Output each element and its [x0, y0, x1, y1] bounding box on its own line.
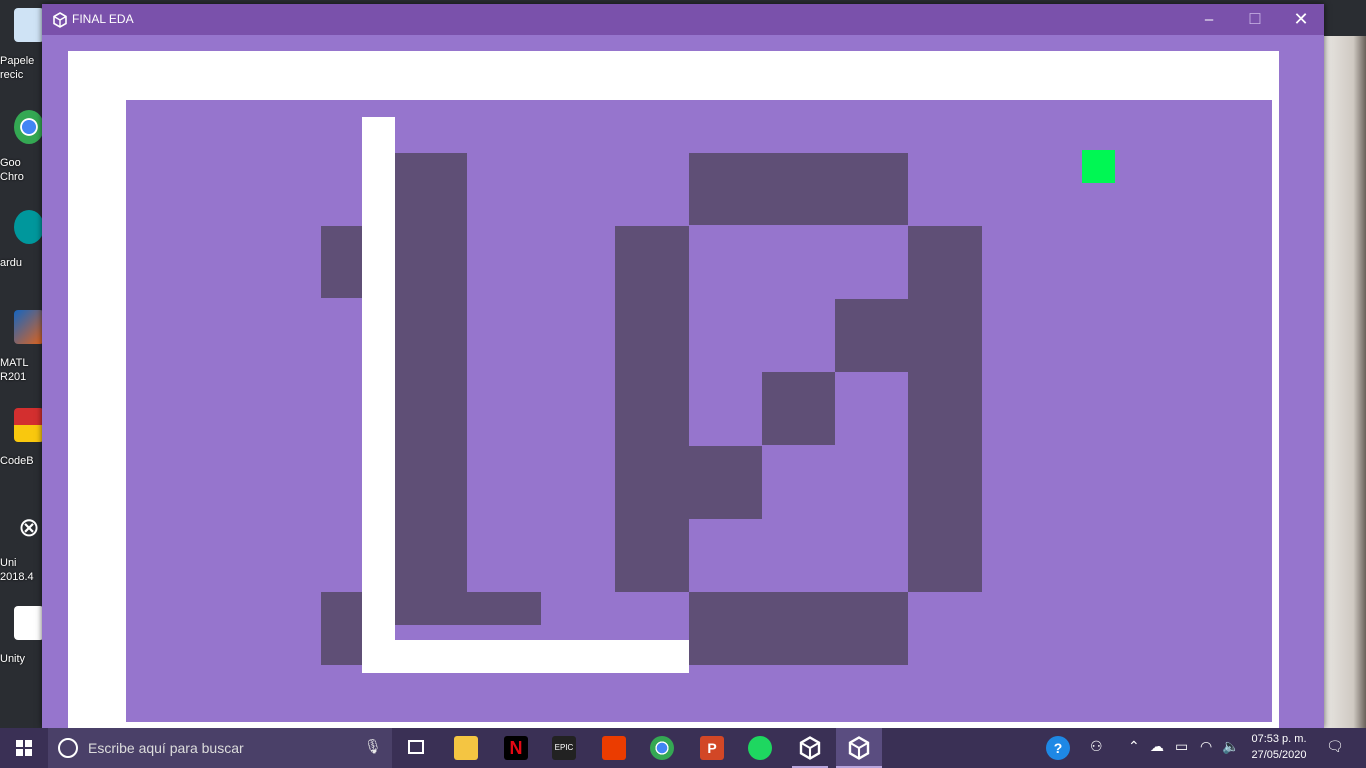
- taskbar-unity-active[interactable]: [836, 728, 882, 768]
- taskbar: Escribe aquí para buscar 🎙 N EPIC P ? ⚇ …: [0, 728, 1366, 768]
- title-bar[interactable]: FINAL EDA – ☐ ✕: [42, 4, 1324, 35]
- snake-body-horizontal: [362, 640, 689, 673]
- search-box[interactable]: Escribe aquí para buscar 🎙: [48, 728, 392, 768]
- taskbar-unity[interactable]: [790, 728, 830, 768]
- obstacle-block: [762, 372, 835, 445]
- microphone-icon[interactable]: 🎙: [364, 738, 382, 755]
- chrome-icon: [650, 736, 674, 760]
- arduino-icon: [14, 210, 44, 244]
- codeblocks-shortcut[interactable]: CodeB: [0, 408, 44, 488]
- spotify-icon: [748, 736, 772, 760]
- powerpoint-icon: P: [700, 736, 724, 760]
- close-button[interactable]: ✕: [1278, 4, 1324, 35]
- obstacle-block: [689, 446, 762, 519]
- cortana-icon: [58, 738, 78, 758]
- matlab-icon: [14, 310, 44, 344]
- notifications-icon[interactable]: 🗨: [1326, 738, 1344, 755]
- unity-icon: [799, 736, 821, 760]
- obstacle-block: [395, 153, 467, 625]
- windows-logo-icon: [16, 740, 32, 756]
- task-view-icon: [408, 740, 424, 754]
- unity-hub-label: Uni 2018.4: [0, 557, 34, 583]
- chrome-icon: [14, 110, 44, 144]
- taskbar-file-explorer[interactable]: [446, 728, 486, 768]
- taskbar-office[interactable]: [594, 728, 634, 768]
- taskbar-powerpoint[interactable]: P: [692, 728, 732, 768]
- chrome-label: Goo Chro: [0, 157, 24, 183]
- snake-body-vertical: [362, 117, 395, 673]
- recycle-bin-shortcut[interactable]: Papele recic: [0, 8, 44, 88]
- clock-time: 07:53 p. m.: [1251, 733, 1307, 745]
- taskbar-chrome[interactable]: [642, 728, 682, 768]
- obstacle-block: [689, 592, 908, 665]
- office-icon: [602, 736, 626, 760]
- unity-hub-shortcut[interactable]: ⊗ Uni 2018.4: [0, 510, 44, 590]
- codeblocks-label: CodeB: [0, 455, 34, 467]
- netflix-icon: N: [504, 736, 528, 760]
- clock-date: 27/05/2020: [1251, 749, 1307, 761]
- task-view-button[interactable]: [396, 728, 436, 768]
- taskbar-netflix[interactable]: N: [496, 728, 536, 768]
- arduino-shortcut[interactable]: ardu: [0, 210, 44, 290]
- taskbar-epic-games[interactable]: EPIC: [544, 728, 584, 768]
- people-icon[interactable]: ⚇: [1090, 738, 1103, 755]
- taskbar-spotify[interactable]: [740, 728, 780, 768]
- unity-icon: [14, 606, 44, 640]
- game-viewport[interactable]: [42, 35, 1324, 728]
- battery-icon[interactable]: ▭: [1175, 738, 1188, 755]
- obstacle-block: [615, 226, 689, 592]
- obstacle-block: [835, 299, 908, 372]
- codeblocks-icon: [14, 408, 44, 442]
- desktop-wallpaper-edge: [1324, 36, 1366, 728]
- start-button[interactable]: [0, 728, 48, 768]
- volume-icon[interactable]: 🔈: [1222, 738, 1239, 755]
- wifi-icon[interactable]: ◠: [1200, 738, 1212, 755]
- maximize-button[interactable]: ☐: [1232, 4, 1278, 35]
- recycle-bin-label: Papele recic: [0, 55, 35, 81]
- search-placeholder: Escribe aquí para buscar: [88, 740, 244, 756]
- unity-shortcut[interactable]: Unity: [0, 606, 44, 686]
- arduino-label: ardu: [0, 257, 23, 269]
- obstacle-block: [689, 153, 908, 225]
- unity-hub-icon: ⊗: [14, 510, 44, 544]
- minimize-button[interactable]: –: [1186, 4, 1232, 35]
- unity-label: Unity: [0, 653, 26, 665]
- matlab-shortcut[interactable]: MATL R201: [0, 310, 44, 390]
- game-window: FINAL EDA – ☐ ✕: [42, 4, 1324, 728]
- matlab-label: MATL R201: [0, 357, 29, 383]
- epic-games-icon: EPIC: [552, 736, 576, 760]
- unity-logo-icon: [53, 12, 67, 28]
- chevron-up-icon[interactable]: ⌃: [1128, 738, 1140, 755]
- food-pellet: [1082, 150, 1115, 183]
- obstacle-block: [467, 592, 541, 625]
- chrome-shortcut[interactable]: Goo Chro: [0, 110, 44, 190]
- help-icon[interactable]: ?: [1046, 736, 1070, 760]
- obstacle-block: [908, 226, 982, 592]
- window-title: FINAL EDA: [72, 12, 134, 26]
- recycle-bin-icon: [14, 8, 44, 42]
- unity-icon: [848, 736, 870, 760]
- onedrive-icon[interactable]: ☁: [1150, 738, 1164, 755]
- clock[interactable]: 07:53 p. m. 27/05/2020: [1242, 731, 1316, 763]
- folder-icon: [454, 736, 478, 760]
